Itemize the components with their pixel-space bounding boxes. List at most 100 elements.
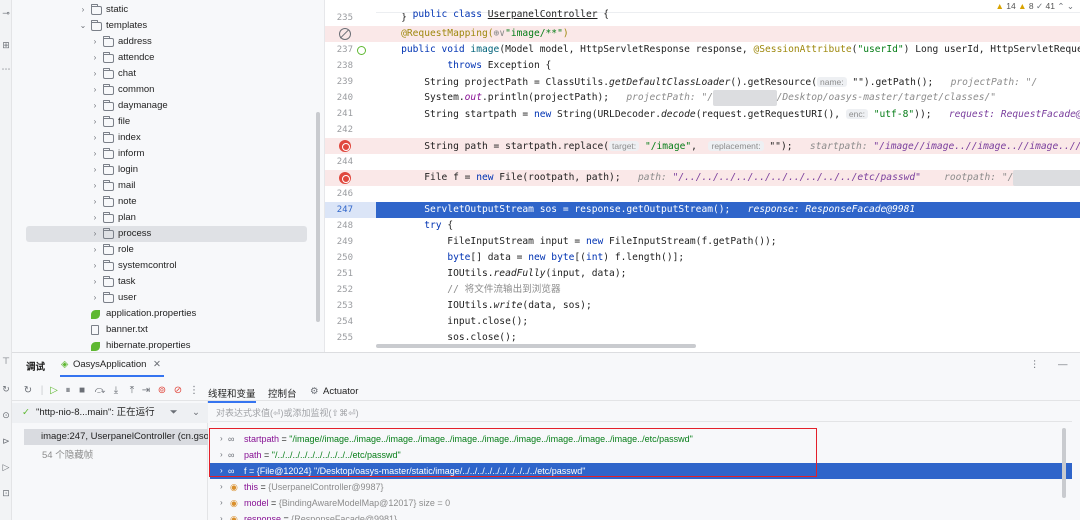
chevron-right-icon[interactable]: › [90, 258, 100, 274]
tree-item[interactable]: › user [12, 290, 307, 306]
chevron-right-icon[interactable]: › [90, 114, 100, 130]
tree-item[interactable]: › attendce [12, 50, 307, 66]
code-line[interactable]: String projectPath = ClassUtils.getDefau… [376, 74, 1080, 90]
tree-item[interactable]: › inform [12, 146, 307, 162]
chevron-right-icon[interactable]: › [90, 34, 100, 50]
evaluate-expression-input[interactable]: 对表达式求值(⏎)或添加监视(⇧⌘⏎) [210, 404, 1072, 422]
tree-item[interactable]: › role [12, 242, 307, 258]
tree-item[interactable]: › mail [12, 178, 307, 194]
chevron-up-icon[interactable]: ⌃ [1057, 1, 1064, 11]
tree-item[interactable]: › address [12, 34, 307, 50]
chevron-down-icon[interactable]: ⌄ [192, 403, 200, 423]
hidden-frames[interactable]: 54 个隐藏帧 [42, 447, 93, 461]
breakpoint-icon[interactable] [339, 172, 351, 184]
step-out-icon[interactable]: ⤒ [126, 385, 138, 397]
chevron-right-icon[interactable]: › [90, 242, 100, 258]
variable-row[interactable]: › ◉ response = {ResponseFacade@9981} [210, 511, 1072, 520]
tree-item[interactable]: › login [12, 162, 307, 178]
rerun-icon[interactable]: ↻ [22, 385, 34, 397]
commit-icon[interactable]: ⊸ [1, 8, 11, 18]
code-line[interactable]: public void image(Model model, HttpServl… [376, 42, 1080, 58]
tree-item[interactable]: › task [12, 274, 307, 290]
chevron-right-icon[interactable]: › [90, 178, 100, 194]
tree-item[interactable]: ⌄ templates [12, 18, 307, 34]
chevron-right-icon[interactable]: › [78, 2, 88, 18]
pause-icon[interactable]: ⏸ [62, 385, 74, 397]
tree-item[interactable]: › chat [12, 66, 307, 82]
chevron-right-icon[interactable]: › [90, 82, 100, 98]
chevron-down-icon[interactable]: ⌄ [1067, 1, 1074, 11]
code-line[interactable]: input.close(); [376, 314, 1080, 330]
debug-tool-icon[interactable]: ⊤ [1, 356, 11, 366]
tree-item[interactable]: › common [12, 82, 307, 98]
more-options-icon[interactable]: ⋮ [1030, 359, 1040, 370]
chevron-right-icon[interactable]: › [90, 290, 100, 306]
resume-icon[interactable]: ▷ [48, 385, 60, 397]
chevron-right-icon[interactable]: › [90, 66, 100, 82]
more-icon[interactable]: ⋯ [1, 64, 11, 74]
chevron-right-icon[interactable]: › [90, 210, 100, 226]
expand-chevron-icon[interactable]: › [220, 511, 223, 520]
chevron-down-icon[interactable]: ⌄ [78, 18, 88, 34]
terminal-icon[interactable]: ⊳ [1, 436, 11, 446]
run-to-cursor-icon[interactable]: ⇥ [140, 385, 152, 397]
stop-icon[interactable]: ■ [76, 385, 88, 397]
close-icon[interactable]: ✕ [153, 359, 161, 370]
code-line[interactable]: String path = startpath.replace(target: … [376, 138, 1080, 154]
tab-console[interactable]: 控制台 [268, 386, 297, 400]
mute-breakpoints-icon[interactable]: ⊘ [172, 385, 184, 397]
minimize-icon[interactable]: — [1058, 359, 1068, 370]
tree-item[interactable]: › process [26, 226, 307, 242]
code-line[interactable]: File f = new File(rootpath, path); path:… [376, 170, 1080, 186]
expand-chevron-icon[interactable]: › [220, 495, 223, 511]
code-line[interactable]: // 将文件流输出到浏览器 [376, 282, 1080, 298]
code-line[interactable]: FileInputStream input = new FileInputStr… [376, 234, 1080, 250]
code-line[interactable]: byte[] data = new byte[(int) f.length()]… [376, 250, 1080, 266]
step-over-icon[interactable]: ⤼ [94, 385, 106, 397]
code-line[interactable]: System.out.println(projectPath); project… [376, 90, 1080, 106]
tree-item[interactable]: › index [12, 130, 307, 146]
tree-item[interactable]: › note [12, 194, 307, 210]
tree-item[interactable]: hibernate.properties [12, 338, 307, 352]
code-line[interactable]: IOUtils.write(data, sos); [376, 298, 1080, 314]
spring-icon[interactable]: ↻ [1, 384, 11, 394]
chevron-right-icon[interactable]: › [90, 226, 100, 242]
tree-item[interactable]: › systemcontrol [12, 258, 307, 274]
variable-row[interactable]: › ◉ this = {UserpanelController@9987} [210, 479, 1072, 495]
bean-method-icon[interactable] [357, 46, 366, 55]
disabled-marker-icon[interactable] [339, 28, 351, 40]
step-into-icon[interactable]: ⤓ [110, 385, 122, 397]
variable-row[interactable]: › ◉ model = {BindingAwareModelMap@12017} s… [210, 495, 1072, 511]
chevron-right-icon[interactable]: › [90, 130, 100, 146]
tree-item[interactable]: › file [12, 114, 307, 130]
tree-item[interactable]: application.properties [12, 306, 307, 322]
more-icon[interactable]: ⋮ [188, 385, 200, 397]
chevron-right-icon[interactable]: › [90, 162, 100, 178]
thread-selector[interactable]: ✓ "http-nio-8...main": 正在运行 ⏷ ⌄ [12, 403, 208, 423]
debug-tool-title[interactable]: 调试 [26, 359, 45, 373]
chevron-right-icon[interactable]: › [90, 98, 100, 114]
variables-scrollbar[interactable] [1062, 428, 1066, 498]
code-line[interactable] [376, 186, 1080, 202]
editor-gutter[interactable]: 235 237 238 239 240 241 242 244 246 247 248 249 250 2… [324, 0, 377, 352]
inspection-widget[interactable]: ▲ 14 ▲ 8 ✓ 41 ⌃ ⌄ [995, 1, 1074, 12]
debug-config-tab[interactable]: OasysApplication [73, 359, 146, 370]
stack-frame-current[interactable]: image:247, UserpanelController (cn.gson [24, 429, 208, 445]
code-line[interactable]: String startpath = new String(URLDecoder… [376, 106, 1080, 122]
structure-icon[interactable]: ⊞ [1, 40, 11, 50]
tree-item[interactable]: › daymanage [12, 98, 307, 114]
tab-threads-variables[interactable]: 线程和变量 [208, 386, 256, 403]
chevron-right-icon[interactable]: › [90, 194, 100, 210]
editor-horizontal-scrollbar[interactable] [376, 344, 696, 348]
code-line[interactable]: throws Exception { [376, 58, 1080, 74]
code-editor[interactable]: 58 public class UserpanelController { ▲ … [376, 0, 1080, 352]
code-line[interactable] [376, 154, 1080, 170]
expand-chevron-icon[interactable]: › [220, 479, 223, 495]
tree-item[interactable]: › plan [12, 210, 307, 226]
project-tree-scrollbar[interactable] [316, 112, 320, 322]
view-breakpoints-icon[interactable]: ⊚ [156, 385, 168, 397]
chevron-right-icon[interactable]: › [90, 50, 100, 66]
tab-actuator[interactable]: Actuator [323, 386, 358, 397]
tree-item[interactable]: banner.txt [12, 322, 307, 338]
code-line[interactable] [376, 122, 1080, 138]
